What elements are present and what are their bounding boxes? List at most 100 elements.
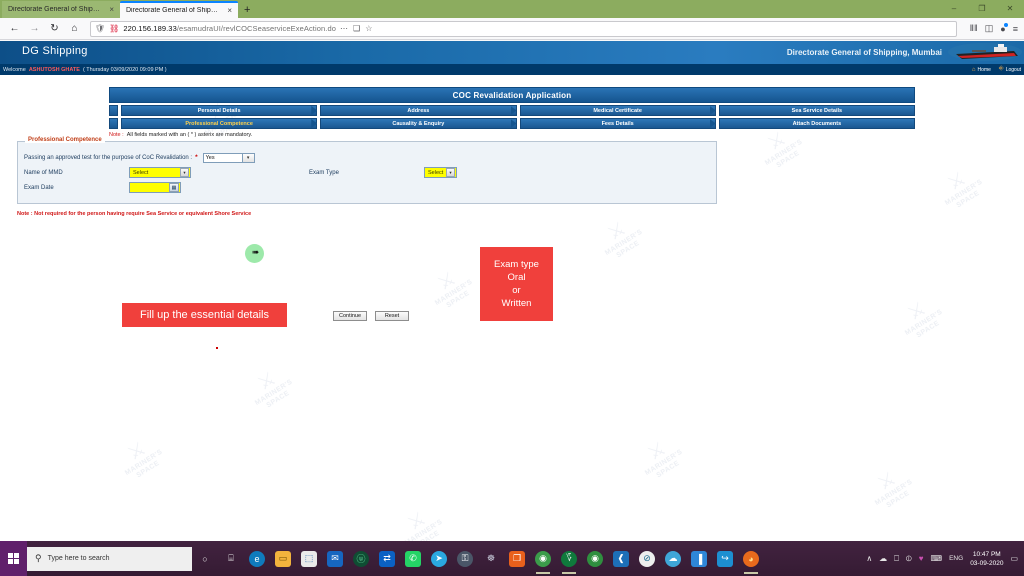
tab-title: Directorate General of Shipping bbox=[126, 7, 222, 14]
home-link[interactable]: ⌂ Home bbox=[972, 67, 991, 73]
taskbar-item-adblock[interactable]: ⊘ bbox=[634, 541, 660, 576]
volume-icon[interactable]: ⦶ bbox=[906, 554, 912, 564]
browser-tab-1[interactable]: Directorate General of Shipping : G × bbox=[2, 1, 120, 18]
account-icon[interactable]: ● bbox=[1000, 22, 1008, 34]
browser-tab-2[interactable]: Directorate General of Shipping × bbox=[120, 1, 238, 18]
display-icon[interactable]: ⎕ bbox=[894, 554, 899, 564]
taskbar-item-network-app[interactable]: ☸ bbox=[478, 541, 504, 576]
taskbar-item-teamviewer[interactable]: ⇄ bbox=[374, 541, 400, 576]
tray-chevron-up-icon[interactable]: ∧ bbox=[866, 554, 872, 563]
tab-attach-documents[interactable]: Attach Documents bbox=[718, 118, 915, 129]
library-icon[interactable]: Ⅱ‖ bbox=[970, 23, 978, 34]
site-org-title: Directorate General of Shipping, Mumbai bbox=[786, 48, 942, 57]
tab-sea-service-details[interactable]: Sea Service Details bbox=[718, 105, 915, 116]
account-badge bbox=[1003, 22, 1008, 27]
taskbar-item-chrome-canary[interactable]: ◉ bbox=[582, 541, 608, 576]
logout-link[interactable]: ⎆ Logout bbox=[999, 66, 1021, 73]
taskbar-item-utorrent[interactable]: ⓤ bbox=[348, 541, 374, 576]
address-bar[interactable]: 🛡 ⛓ 220.156.189.33/esamudraUI/revlCOCSea… bbox=[90, 20, 957, 37]
shield-icon[interactable]: 🛡 bbox=[95, 24, 105, 33]
reader-view-icon[interactable]: ❑ bbox=[353, 24, 360, 33]
tab-professional-competence[interactable]: Professional Competence bbox=[121, 118, 318, 129]
onedrive-icon[interactable]: ☁ bbox=[879, 554, 887, 563]
taskbar-item-jio[interactable]: ؆ bbox=[556, 541, 582, 576]
close-icon[interactable]: × bbox=[109, 5, 114, 14]
system-tray: ∧ ☁ ⎕ ⦶ ♥ ⌨ ENG 10:47 PM 03-09-2020 ▭ bbox=[866, 550, 1024, 568]
tab-personal-details[interactable]: Personal Details bbox=[121, 105, 318, 116]
watermark: ⚔MARINER'SSPACE bbox=[254, 368, 294, 410]
chevron-down-icon[interactable]: ▾ bbox=[242, 152, 255, 163]
tab-fees-details[interactable]: Fees Details bbox=[519, 118, 716, 129]
tab-stub bbox=[109, 105, 118, 116]
calendar-icon[interactable]: ▦ bbox=[169, 183, 179, 192]
whatsapp-icon: ✆ bbox=[405, 550, 421, 567]
taskbar-item-backup[interactable]: ↪ bbox=[712, 541, 738, 576]
forward-icon[interactable]: → bbox=[26, 20, 43, 37]
maximize-icon[interactable]: ❐ bbox=[968, 0, 996, 18]
taskbar-item-edge[interactable]: e bbox=[244, 541, 270, 576]
chevron-down-icon[interactable]: ▾ bbox=[180, 168, 189, 177]
taskbar-item-photos[interactable]: ❐ bbox=[504, 541, 530, 576]
minimize-icon[interactable]: – bbox=[940, 0, 968, 18]
menu-icon[interactable]: ≡ bbox=[1013, 24, 1018, 34]
taskbar-item-microsoft-store[interactable]: ⬚ bbox=[296, 541, 322, 576]
ship-icon bbox=[948, 43, 1022, 61]
taskbar-item-file-explorer[interactable]: ▭ bbox=[270, 541, 296, 576]
tab-medical-certificate[interactable]: Medical Certificate bbox=[519, 105, 716, 116]
taskbar-item-vscode[interactable]: ❰ bbox=[608, 541, 634, 576]
action-center-icon[interactable]: ▭ bbox=[1010, 554, 1018, 563]
taskbar-item-whatsapp[interactable]: ✆ bbox=[400, 541, 426, 576]
more-icon[interactable]: ⋯ bbox=[340, 24, 348, 33]
taskbar-item-cloud-app[interactable]: ☁ bbox=[660, 541, 686, 576]
home-icon: ⌂ bbox=[971, 66, 976, 73]
reload-icon[interactable]: ↻ bbox=[46, 20, 63, 37]
clock[interactable]: 10:47 PM 03-09-2020 bbox=[970, 550, 1003, 568]
sea-service-note: Note : Not required for the person havin… bbox=[17, 211, 252, 217]
taskbar-item-mail[interactable]: ✉ bbox=[322, 541, 348, 576]
exam-date-input[interactable]: ▦ bbox=[129, 182, 181, 193]
taskbar-search[interactable]: ⚲ Type here to search bbox=[27, 546, 192, 571]
start-button[interactable] bbox=[0, 541, 27, 576]
file-explorer-icon: ▭ bbox=[275, 550, 291, 567]
watermark: ⚔MARINER'SSPACE bbox=[434, 268, 474, 310]
logout-link-label: Logout bbox=[1005, 66, 1021, 73]
watermark: ⚔MARINER'SSPACE bbox=[124, 438, 164, 480]
tab-label: Causality & Enquiry bbox=[392, 120, 445, 127]
callout-exam-type-line1: Exam type bbox=[494, 259, 539, 270]
watermark: ⚔MARINER'SSPACE bbox=[604, 218, 644, 260]
mmd-select[interactable]: Select ▾ bbox=[129, 167, 191, 178]
chevron-down-icon[interactable]: ▾ bbox=[446, 168, 455, 177]
language-indicator[interactable]: ENG bbox=[949, 555, 963, 562]
sidebar-icon[interactable]: ◫ bbox=[985, 23, 994, 34]
taskbar-item-firefox[interactable]: ◕ bbox=[738, 541, 764, 576]
exam-type-select[interactable]: Select ▾ bbox=[424, 167, 457, 178]
bookmark-star-icon[interactable]: ☆ bbox=[365, 24, 372, 33]
tab-label: Personal Details bbox=[197, 107, 241, 114]
taskbar-item-telegram[interactable]: ➤ bbox=[426, 541, 452, 576]
taskbar-item-chrome[interactable]: ◉ bbox=[530, 541, 556, 576]
taskbar-item-lock-app[interactable]: ⚿ bbox=[452, 541, 478, 576]
health-icon[interactable]: ♥ bbox=[919, 554, 924, 563]
tab-address[interactable]: Address bbox=[320, 105, 517, 116]
watermark: ⚔MARINER'SSPACE bbox=[404, 508, 444, 541]
close-icon[interactable]: × bbox=[227, 6, 232, 15]
close-window-icon[interactable]: ✕ bbox=[996, 0, 1024, 18]
back-icon[interactable]: ← bbox=[6, 20, 23, 37]
continue-button[interactable]: Continue bbox=[333, 311, 367, 321]
callout-exam-type: Exam type Oral or Written bbox=[480, 247, 553, 321]
taskbar-item-cortana[interactable]: ○ bbox=[192, 541, 218, 576]
home-icon[interactable]: ⌂ bbox=[66, 20, 83, 37]
broken-lock-icon[interactable]: ⛓ bbox=[109, 24, 119, 33]
exam-type-label: Exam Type bbox=[309, 169, 339, 176]
task-view-icon: ⌸ bbox=[228, 553, 234, 563]
firefox-icon: ◕ bbox=[743, 550, 759, 567]
taskbar-item-task-view[interactable]: ⌸ bbox=[218, 541, 244, 576]
passing-test-value[interactable]: Yes bbox=[202, 152, 243, 163]
tab-label: Fees Details bbox=[601, 120, 634, 127]
keyboard-icon[interactable]: ⌨ bbox=[931, 554, 943, 563]
tab-label: Address bbox=[407, 107, 430, 114]
taskbar-item-notepad[interactable]: ▐ bbox=[686, 541, 712, 576]
new-tab-button[interactable]: + bbox=[238, 2, 256, 18]
reset-button[interactable]: Reset bbox=[375, 311, 409, 321]
tab-causality-enquiry[interactable]: Causality & Enquiry bbox=[320, 118, 517, 129]
